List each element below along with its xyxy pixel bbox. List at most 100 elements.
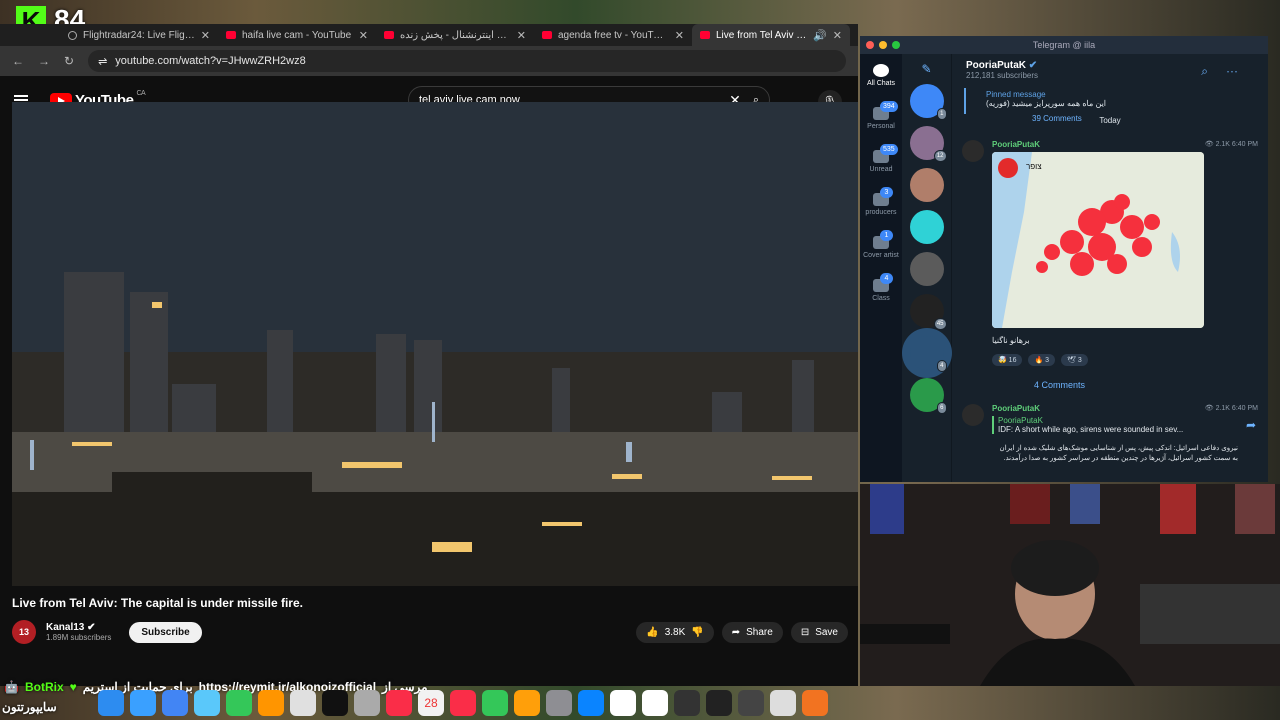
minimize-window-button[interactable] [879,41,887,49]
chat-header: PooriaPutaK ✔ 212,181 subscribers ⌕⋯ [952,54,1268,88]
chat-avatar[interactable]: 1 [909,84,947,120]
folder-all-chats[interactable]: All Chats [860,54,902,97]
unreal-icon[interactable] [738,690,764,716]
thumbs-down-icon[interactable]: 👎 [691,627,703,638]
reload-icon[interactable]: ↻ [64,54,74,68]
chat-avatar[interactable]: 6 [909,378,947,414]
chat-avatar[interactable]: 45 [909,294,947,330]
more-icon[interactable]: ⋯ [1226,64,1256,78]
chat-avatar[interactable] [909,168,944,202]
streamer-webcam [860,484,1280,686]
message-author[interactable]: PooriaPutaK [992,140,1040,149]
notion-icon[interactable] [610,690,636,716]
disk-utility-icon[interactable] [770,690,796,716]
folder-unread[interactable]: 535 Unread [860,140,902,183]
folder-class[interactable]: 4 Class [860,269,902,312]
url-field[interactable]: ⇌ youtube.com/watch?v=JHwwZRH2wz8 [88,50,846,72]
chrome-icon[interactable] [162,690,188,716]
reaction-chip[interactable]: 🔥 3 [1028,354,1056,366]
tab-bar: Flightradar24: Live Flight Tra✕ haifa li… [0,24,858,46]
author-avatar[interactable] [962,404,984,426]
channel-name[interactable]: Kanal13 ✔ [46,622,111,633]
finder-icon[interactable] [98,690,124,716]
alert-map-image[interactable]: צופר [992,152,1204,328]
header-actions: ⌕⋯ [1201,64,1256,79]
author-avatar[interactable] [962,140,984,162]
system-settings-icon[interactable] [546,690,572,716]
forward-icon[interactable]: → [38,54,50,68]
calendar-date-icon[interactable]: 28 [418,690,444,716]
mail-icon[interactable] [194,690,220,716]
numbers-icon[interactable] [482,690,508,716]
message-meta: 👁 2.1K 6:40 PM [1204,405,1258,412]
chat-avatar-selected[interactable]: 4 [909,336,947,372]
activity-monitor-icon[interactable] [674,690,700,716]
chat-avatar[interactable] [909,210,944,244]
video-player[interactable] [12,102,858,586]
chat-avatar[interactable]: 12 [909,126,947,162]
like-button[interactable]: 👍 3.8K 👎 [636,621,714,643]
compose-icon[interactable]: ✎ [902,54,951,76]
zoom-window-button[interactable] [892,41,900,49]
channel-avatar[interactable]: 13 [12,620,36,644]
message-body: نیروی دفاعی اسرائیل: اندکی پیش، پس از شن… [999,445,1238,462]
app-store-icon[interactable] [578,690,604,716]
pages-icon[interactable] [514,690,540,716]
israel-alert-map [992,152,1204,328]
video-actions: 👍 3.8K 👎 ➦ Share ⊟ Save [636,621,848,643]
folder-personal[interactable]: 394 Personal [860,97,902,140]
reaction-chip[interactable]: 🕊 3 [1061,354,1088,366]
verified-icon: ✔ [1028,60,1038,71]
obs-icon[interactable] [706,690,732,716]
messages-icon[interactable] [226,690,252,716]
share-button[interactable]: ➦ Share [721,621,783,643]
back-icon[interactable]: ← [12,54,24,68]
message-author[interactable]: PooriaPutaK [992,404,1040,413]
forwarded-quote[interactable]: PooriaPutaK IDF: A short while ago, sire… [992,416,1248,434]
video-frame-city-night [12,102,858,586]
photos-icon[interactable] [258,690,284,716]
pinned-message[interactable]: Pinned message این ماه همه سورپرایز میشی… [964,88,1268,114]
calendar-app-icon[interactable] [642,690,668,716]
tab-agenda[interactable]: agenda free tv - YouTube ✕ [534,24,692,46]
reaction-chip[interactable]: 🤯 16 [992,354,1023,366]
verified-icon: ✔ [87,622,96,633]
tab-tel-aviv[interactable]: Live from Tel Aviv as siren🔊✕ [692,24,850,46]
folder-producers[interactable]: 3 producers [860,183,902,226]
date-divider: Today [1099,116,1121,125]
speaker-icon[interactable]: 🔊 [813,29,827,42]
close-tab-icon[interactable]: ✕ [359,29,368,42]
close-tab-icon[interactable]: ✕ [517,29,526,42]
subscribe-button[interactable]: Subscribe [129,621,202,643]
tab-iran-international[interactable]: ایران اینترنشنال - پخش زنده - ube✕ [376,24,534,46]
channel-row: 13 Kanal13 ✔ 1.89M subscribers Subscribe… [12,617,858,647]
save-button[interactable]: ⊟ Save [790,621,848,643]
bookmark-icon: ⊟ [800,626,810,638]
tab-flightradar[interactable]: Flightradar24: Live Flight Tra✕ [60,24,218,46]
macos-dock: 28 [0,686,860,720]
channel-info: Kanal13 ✔ 1.89M subscribers [46,622,111,642]
reactions: 🤯 16 🔥 3 🕊 3 [992,354,1088,366]
close-tab-icon[interactable]: ✕ [833,29,842,42]
calendar-icon[interactable] [290,690,316,716]
previous-comments[interactable]: 39 Comments [1032,114,1082,123]
music-icon[interactable] [386,690,412,716]
apple-tv-icon[interactable] [322,690,348,716]
close-tab-icon[interactable]: ✕ [675,29,684,42]
fl-studio-icon[interactable] [802,690,828,716]
close-window-button[interactable] [866,41,874,49]
message-forward: PooriaPutaK 👁 2.1K 6:40 PM PooriaPutaK I… [956,404,1262,482]
webcam-feed [860,484,1280,686]
notes-icon[interactable] [354,690,380,716]
news-icon[interactable] [450,690,476,716]
comments-link[interactable]: 4 Comments [1034,380,1085,390]
tab-haifa[interactable]: haifa live cam - YouTube ✕ [218,24,376,46]
chat-avatar[interactable] [909,252,944,286]
safari-icon[interactable] [130,690,156,716]
search-icon[interactable]: ⌕ [1201,64,1226,78]
message-caption: برهانو ناگنیا [992,336,1030,345]
site-info-icon[interactable]: ⇌ [98,55,107,68]
close-tab-icon[interactable]: ✕ [201,29,210,42]
folder-cover-artist[interactable]: 1 Cover artist [860,226,902,269]
share-icon[interactable]: ➦ [1246,418,1256,432]
